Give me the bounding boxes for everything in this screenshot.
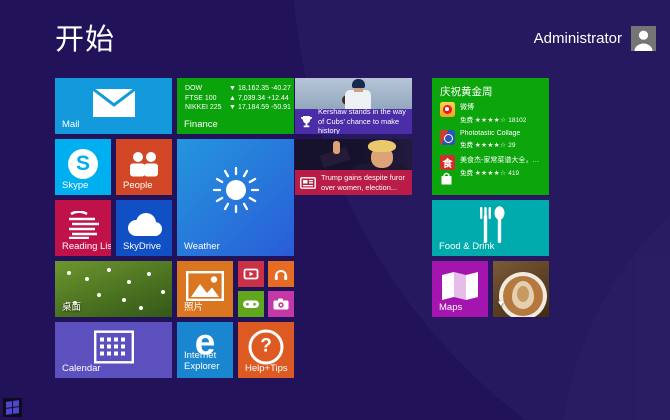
newspaper-icon [300, 177, 316, 189]
people-icon [127, 151, 161, 176]
tile-weather[interactable]: Weather [177, 139, 294, 256]
tile-people[interactable]: People [116, 139, 172, 195]
mail-icon [93, 89, 135, 117]
headline: Trump gains despite furor over women, el… [321, 173, 407, 192]
gamepad-icon [243, 299, 259, 309]
tile-photos[interactable]: 照片 [177, 261, 233, 317]
store-app-row[interactable]: Phototastic Collage 免费 ★★★★☆ 29 [440, 130, 546, 149]
stock-name: DOW [185, 85, 229, 92]
user-avatar-icon[interactable] [631, 26, 656, 51]
app-name: Phototastic Collage [460, 130, 520, 137]
map-icon [441, 271, 479, 301]
stock-list: DOW ▼18,162.35-40.27 FTSE 100 ▲7,039.34+… [185, 85, 290, 114]
tile-label: People [123, 180, 153, 191]
tile-label: 桌面 [62, 299, 81, 313]
tile-finance[interactable]: DOW ▼18,162.35-40.27 FTSE 100 ▲7,039.34+… [177, 78, 294, 134]
tile-label: SkyDrive [123, 241, 161, 252]
tile-politics-news[interactable]: Trump gains despite furor over women, el… [295, 139, 412, 195]
store-app-row[interactable]: 食 美食杰-家常菜谱大全，提供... 免费 ★★★★☆ 419 [440, 155, 546, 177]
reading-list-icon [67, 211, 99, 239]
camera-icon [274, 298, 289, 310]
start-button[interactable] [3, 398, 22, 417]
headphones-icon [274, 268, 288, 281]
sports-banner: Kershaw stands in the way of Cubs' chanc… [295, 109, 412, 134]
tile-internet-explorer[interactable]: e Internet Explorer [177, 322, 233, 378]
tile-label: Calendar [62, 363, 101, 374]
photos-icon [186, 271, 224, 301]
user-name: Administrator [534, 30, 622, 47]
tile-sports-news[interactable]: Kershaw stands in the way of Cubs' chanc… [295, 78, 412, 134]
question-mark-icon: ? [249, 329, 284, 364]
tile-camera[interactable] [268, 291, 294, 317]
stock-row: NIKKEI 225 ▼17,184.59-50.91 [185, 104, 290, 111]
latte-photo [493, 261, 549, 317]
tile-calendar[interactable]: Calendar [55, 322, 172, 378]
flower-dots [67, 271, 71, 275]
cloud-icon [124, 212, 164, 238]
calendar-icon [94, 330, 134, 363]
tile-store[interactable]: 庆祝黄金周 微博 免费 ★★★★☆ 18102 Phototastic Coll… [432, 78, 549, 195]
sun-icon [211, 165, 261, 215]
page-title: 开始 [55, 16, 115, 58]
tile-mail[interactable]: Mail [55, 78, 172, 134]
tile-video[interactable] [238, 261, 264, 287]
tile-music[interactable] [268, 261, 294, 287]
stock-quote: ▼18,162.35-40.27 [229, 85, 293, 92]
tile-label: Mail [62, 119, 79, 130]
stock-row: FTSE 100 ▲7,039.34+12.44 [185, 95, 290, 102]
tile-label: 照片 [184, 299, 203, 313]
app-rating: 免费 ★★★★☆ 18102 [460, 114, 526, 124]
tile-label: Weather [184, 241, 220, 252]
heart-icon: ♥ [498, 298, 503, 308]
tile-label: Help+Tips [245, 363, 288, 374]
tile-games[interactable] [238, 291, 264, 317]
phototastic-app-icon [440, 130, 455, 145]
stock-quote: ▼17,184.59-50.91 [229, 104, 293, 111]
tile-food-drink[interactable]: Food & Drink [432, 200, 549, 256]
tile-reading-list[interactable]: Reading List [55, 200, 111, 256]
meishijie-app-icon: 食 [440, 155, 455, 170]
tile-coffee-photo[interactable]: ♥ [493, 261, 549, 317]
weibo-app-icon [440, 102, 455, 117]
video-icon [244, 269, 259, 280]
tile-maps[interactable]: Maps [432, 261, 488, 317]
stock-name: NIKKEI 225 [185, 104, 229, 111]
tile-label: Food & Drink [439, 241, 494, 252]
windows-logo-icon [6, 400, 19, 415]
stock-quote: ▲7,039.34+12.44 [229, 95, 291, 102]
app-rating: 免费 ★★★★☆ 29 [460, 139, 520, 149]
store-app-row[interactable]: 微博 免费 ★★★★☆ 18102 [440, 102, 546, 124]
tile-skydrive[interactable]: SkyDrive [116, 200, 172, 256]
app-name: 美食杰-家常菜谱大全，提供... [460, 155, 546, 165]
tile-label: Finance [184, 119, 218, 130]
stock-row: DOW ▼18,162.35-40.27 [185, 85, 290, 92]
store-promo-title: 庆祝黄金周 [440, 84, 493, 99]
store-app-list: 微博 免费 ★★★★☆ 18102 Phototastic Collage 免费… [440, 102, 546, 183]
app-rating: 免费 ★★★★☆ 419 [460, 167, 546, 177]
skype-icon: S [68, 149, 98, 179]
tile-label: Skype [62, 180, 88, 191]
fork-spoon-icon [474, 206, 508, 244]
tile-label: Maps [439, 302, 462, 313]
stock-name: FTSE 100 [185, 95, 229, 102]
headline: Kershaw stands in the way of Cubs' chanc… [318, 107, 407, 134]
news-banner: Trump gains despite furor over women, el… [295, 170, 412, 195]
tile-skype[interactable]: S Skype [55, 139, 111, 195]
tile-help-tips[interactable]: ? Help+Tips [238, 322, 294, 378]
tile-label: Reading List [62, 241, 111, 252]
tile-desktop[interactable]: 桌面 [55, 261, 172, 317]
app-name: 微博 [460, 102, 526, 112]
user-account[interactable]: Administrator [534, 26, 656, 51]
shopping-bag-icon [440, 171, 453, 190]
start-screen: 开始 Administrator Mail DOW ▼18,162.35-40.… [0, 0, 670, 420]
trophy-icon [300, 115, 313, 128]
tile-label: Internet Explorer [184, 351, 228, 373]
